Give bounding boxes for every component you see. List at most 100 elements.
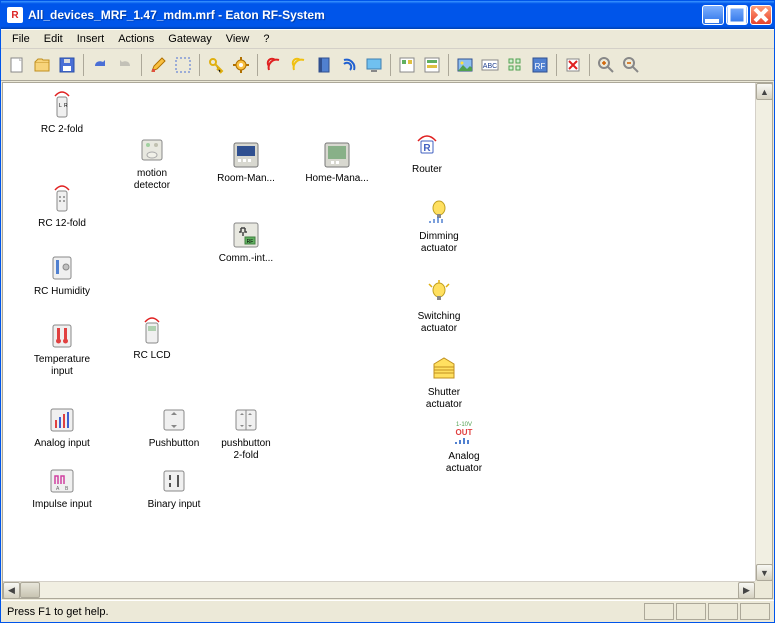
scroll-down-icon[interactable]: ▼ [756, 564, 773, 581]
device-comm-interface[interactable]: RF Comm.-int... [210, 218, 282, 265]
open-icon[interactable] [30, 53, 54, 77]
device-label: Comm.-int... [219, 253, 273, 265]
device-label: motion detector [134, 168, 170, 192]
impulse-input-icon: AB [45, 464, 79, 498]
svg-text:R: R [64, 103, 68, 109]
device-label: Temperature input [34, 354, 90, 378]
minimize-button[interactable] [702, 5, 724, 25]
device-temperature-input[interactable]: Temperature input [26, 319, 98, 378]
redo-icon[interactable] [113, 53, 137, 77]
new-icon[interactable] [5, 53, 29, 77]
close-button[interactable] [750, 5, 772, 25]
save-icon[interactable] [55, 53, 79, 77]
menu-insert[interactable]: Insert [70, 31, 112, 47]
toolbar: ABC RF [1, 49, 774, 81]
key-icon[interactable] [204, 53, 228, 77]
abc-icon[interactable]: ABC [478, 53, 502, 77]
remote-icon [45, 183, 79, 217]
device-label: Home-Mana... [305, 173, 368, 185]
humidity-icon [45, 251, 79, 285]
scroll-thumb[interactable] [20, 582, 40, 598]
device-label: RC 2-fold [41, 124, 83, 136]
device-label: Binary input [148, 499, 201, 511]
room-manager-icon [229, 138, 263, 172]
device-pushbutton-2-fold[interactable]: pushbutton 2-fold [210, 403, 282, 462]
device-label: pushbutton 2-fold [221, 438, 271, 462]
analog-input-icon [45, 403, 79, 437]
binary-input-icon [157, 464, 191, 498]
maximize-button[interactable] [726, 5, 748, 25]
shutter-icon [427, 352, 461, 386]
dimming-icon [422, 196, 456, 230]
device-impulse-input[interactable]: AB Impulse input [26, 464, 98, 511]
titlebar: R All_devices_MRF_1.47_mdm.mrf - Eaton R… [1, 1, 774, 29]
status-cells [642, 603, 770, 620]
view2-icon[interactable] [420, 53, 444, 77]
scroll-left-icon[interactable]: ◀ [3, 582, 20, 599]
device-analog-input[interactable]: Analog input [26, 403, 98, 450]
device-pushbutton[interactable]: Pushbutton [138, 403, 210, 450]
remote-lcd-icon [135, 315, 169, 349]
delete-icon[interactable] [561, 53, 585, 77]
undo-icon[interactable] [88, 53, 112, 77]
vertical-scrollbar[interactable]: ▲ ▼ [755, 83, 772, 581]
rf-yellow-icon[interactable] [287, 53, 311, 77]
device-binary-input[interactable]: Binary input [138, 464, 210, 511]
device-rc-2-fold[interactable]: LR RC 2-fold [26, 89, 98, 136]
view1-icon[interactable] [395, 53, 419, 77]
horizontal-scrollbar[interactable]: ◀ ▶ [3, 581, 755, 598]
device-analog-actuator[interactable]: 1-10VOUT Analog actuator [428, 416, 500, 475]
rf-box-icon[interactable]: RF [528, 53, 552, 77]
remote-icon: LR [45, 89, 79, 123]
svg-text:RF: RF [247, 239, 254, 245]
device-rc-humidity[interactable]: RC Humidity [26, 251, 98, 298]
device-rc-lcd[interactable]: RC LCD [116, 315, 188, 362]
device-motion-detector[interactable]: motion detector [116, 133, 188, 192]
zoom-in-icon[interactable] [594, 53, 618, 77]
scroll-corner [755, 581, 772, 598]
device-label: Shutter actuator [426, 387, 462, 411]
menu-gateway[interactable]: Gateway [161, 31, 218, 47]
edit-icon[interactable] [146, 53, 170, 77]
menu-file[interactable]: File [5, 31, 37, 47]
scroll-track[interactable] [756, 100, 772, 564]
gear-icon[interactable] [229, 53, 253, 77]
device-switching-actuator[interactable]: Switching actuator [403, 276, 475, 335]
picture-icon[interactable] [453, 53, 477, 77]
canvas[interactable]: LR RC 2-fold motion detector Room-Man...… [3, 83, 772, 598]
canvas-wrap: LR RC 2-fold motion detector Room-Man...… [2, 82, 773, 599]
device-label: Room-Man... [217, 173, 275, 185]
menu-help[interactable]: ? [256, 31, 276, 47]
device-room-manager[interactable]: Room-Man... [210, 138, 282, 185]
device-router[interactable]: R Router [391, 129, 463, 176]
switching-icon [422, 276, 456, 310]
menu-actions[interactable]: Actions [111, 31, 161, 47]
device-rc-12-fold[interactable]: RC 12-fold [26, 183, 98, 230]
device-home-manager[interactable]: Home-Mana... [301, 138, 373, 185]
menu-edit[interactable]: Edit [37, 31, 70, 47]
grid-icon[interactable] [503, 53, 527, 77]
analog-actuator-icon: 1-10VOUT [447, 416, 481, 450]
device-dimming-actuator[interactable]: Dimming actuator [403, 196, 475, 255]
router-icon: R [410, 129, 444, 163]
rf-red-icon[interactable] [262, 53, 286, 77]
scroll-up-icon[interactable]: ▲ [756, 83, 773, 100]
screen-icon[interactable] [362, 53, 386, 77]
device-shutter-actuator[interactable]: Shutter actuator [408, 352, 480, 411]
menu-view[interactable]: View [219, 31, 257, 47]
status-message: Press F1 to get help. [5, 606, 642, 618]
scroll-track[interactable] [20, 582, 738, 598]
book-icon[interactable] [312, 53, 336, 77]
rf-blue-icon[interactable] [337, 53, 361, 77]
comm-interface-icon: RF [229, 218, 263, 252]
statusbar: Press F1 to get help. [1, 600, 774, 622]
svg-text:ABC: ABC [483, 63, 497, 70]
pushbutton-2fold-icon [229, 403, 263, 437]
pushbutton-icon [157, 403, 191, 437]
scroll-right-icon[interactable]: ▶ [738, 582, 755, 599]
device-label: Impulse input [32, 499, 91, 511]
menubar: File Edit Insert Actions Gateway View ? [1, 29, 774, 49]
zoom-out-icon[interactable] [619, 53, 643, 77]
select-icon[interactable] [171, 53, 195, 77]
status-cell [740, 603, 770, 620]
